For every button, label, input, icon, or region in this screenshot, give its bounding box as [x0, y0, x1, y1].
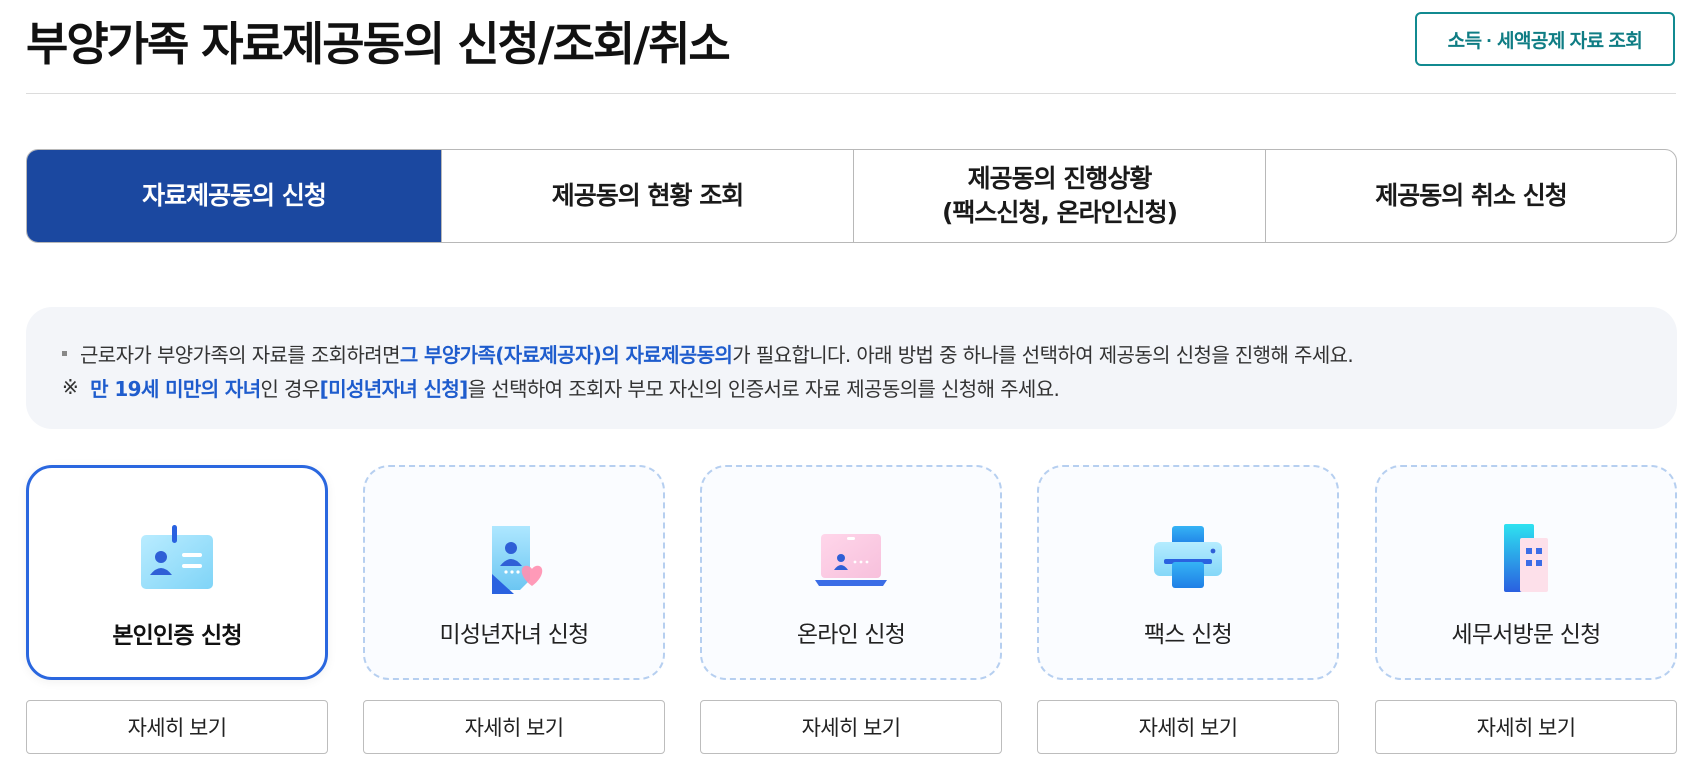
card-label: 온라인 신청: [796, 622, 906, 648]
tab-consent-status[interactable]: 제공동의 현황 조회: [442, 150, 854, 242]
card-tax-office-visit[interactable]: 세무서방문 신청: [1375, 465, 1677, 680]
card-label: 세무서방문 신청: [1451, 622, 1601, 648]
card-label: 본인인증 신청: [112, 623, 242, 649]
notice-line-2: ※ 만 19세 미만의 자녀 인 경우 [미성년자녀 신청] 을 선택하여 조회…: [62, 370, 1677, 404]
card-label: 미성년자녀 신청: [439, 622, 589, 648]
child-document-heart-icon: [492, 526, 543, 594]
tab-label: 제공동의 취소 신청: [1375, 181, 1567, 211]
tab-consent-progress[interactable]: 제공동의 진행상황 (팩스신청, 온라인신청): [854, 150, 1266, 242]
card-fax[interactable]: 팩스 신청: [1037, 465, 1339, 680]
notice-text: 근로자가 부양가족의 자료를 조회하려면: [80, 342, 400, 367]
detail-button-online[interactable]: 자세히 보기: [700, 700, 1002, 754]
reference-mark: ※: [62, 375, 79, 399]
detail-button-tax-office-visit[interactable]: 자세히 보기: [1375, 700, 1677, 754]
tab-consent-apply[interactable]: 자료제공동의 신청: [27, 150, 442, 242]
notice-box: 근로자가 부양가족의 자료를 조회하려면 그 부양가족(자료제공자)의 자료제공…: [26, 307, 1677, 429]
card-minor-child[interactable]: 미성년자녀 신청: [363, 465, 665, 680]
detail-button-minor-child[interactable]: 자세히 보기: [363, 700, 665, 754]
notice-highlight: 만 19세 미만의 자녀: [90, 376, 261, 401]
tab-consent-cancel[interactable]: 제공동의 취소 신청: [1266, 150, 1676, 242]
detail-button-self-auth[interactable]: 자세히 보기: [26, 700, 328, 754]
laptop-icon: [815, 534, 887, 586]
tab-label: 제공동의 현황 조회: [551, 181, 744, 211]
card-self-auth[interactable]: 본인인증 신청: [26, 465, 328, 680]
tax-office-building-icon: [1504, 524, 1548, 592]
apply-method-cards: 본인인증 신청 미성년자녀 신청 온라인 신청 팩스 신청 세무서방문 신청: [26, 465, 1677, 680]
card-online[interactable]: 온라인 신청: [700, 465, 1002, 680]
notice-highlight: [미성년자녀 신청]: [319, 376, 469, 401]
detail-button-fax[interactable]: 자세히 보기: [1037, 700, 1339, 754]
tab-label-line2: (팩스신청, 온라인신청): [941, 198, 1178, 227]
tab-label-line1: 제공동의 진행상황: [967, 164, 1153, 194]
card-label: 팩스 신청: [1144, 622, 1233, 648]
notice-text: 가 필요합니다. 아래 방법 중 하나를 선택하여 제공동의 신청을 진행해 주…: [732, 342, 1354, 367]
tab-bar: 자료제공동의 신청 제공동의 현황 조회 제공동의 진행상황 (팩스신청, 온라…: [26, 149, 1677, 243]
notice-text: 인 경우: [260, 376, 321, 401]
printer-fax-icon: [1154, 526, 1222, 588]
tab-label: 자료제공동의 신청: [142, 181, 327, 211]
page-title: 부양가족 자료제공동의 신청/조회/취소: [26, 17, 731, 71]
income-deduction-lookup-button[interactable]: 소득 · 세액공제 자료 조회: [1415, 12, 1675, 66]
bullet-icon: [62, 350, 67, 356]
notice-line-1: 근로자가 부양가족의 자료를 조회하려면 그 부양가족(자료제공자)의 자료제공…: [62, 336, 1677, 370]
id-card-icon: [141, 525, 213, 589]
notice-text: 을 선택하여 조회자 부모 자신의 인증서로 자료 제공동의를 신청해 주세요.: [467, 376, 1060, 401]
title-divider: [26, 93, 1676, 94]
notice-highlight: 그 부양가족(자료제공자)의 자료제공동의: [399, 342, 733, 367]
